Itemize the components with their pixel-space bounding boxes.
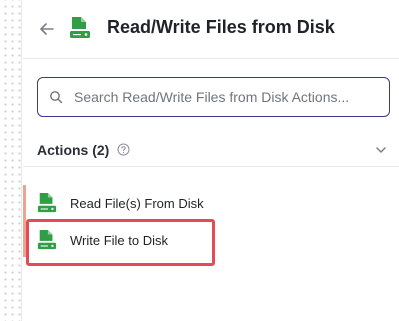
file-disk-icon <box>37 192 57 214</box>
left-rail <box>0 0 22 321</box>
chevron-down-icon[interactable] <box>374 143 388 157</box>
actions-panel: Read/Write Files from Disk Actions (2) <box>23 0 399 321</box>
action-item-label: Read File(s) From Disk <box>70 196 204 211</box>
panel-header: Read/Write Files from Disk <box>23 0 399 59</box>
search-icon <box>50 91 63 104</box>
section-title: Actions (2) <box>37 142 110 158</box>
action-item-read-file[interactable]: Read File(s) From Disk <box>23 186 399 220</box>
file-disk-icon <box>69 16 91 40</box>
action-item-label: Write File to Disk <box>70 233 168 248</box>
search-input[interactable] <box>74 87 382 107</box>
actions-section-header[interactable]: Actions (2) <box>23 133 399 167</box>
arrow-left-icon <box>40 23 54 35</box>
page-title: Read/Write Files from Disk <box>107 17 335 37</box>
action-item-write-file[interactable]: Write File to Disk <box>23 223 399 257</box>
search-box[interactable] <box>37 77 390 117</box>
file-disk-icon <box>37 229 57 251</box>
help-circle-icon[interactable] <box>117 143 130 156</box>
back-button[interactable] <box>37 19 57 39</box>
